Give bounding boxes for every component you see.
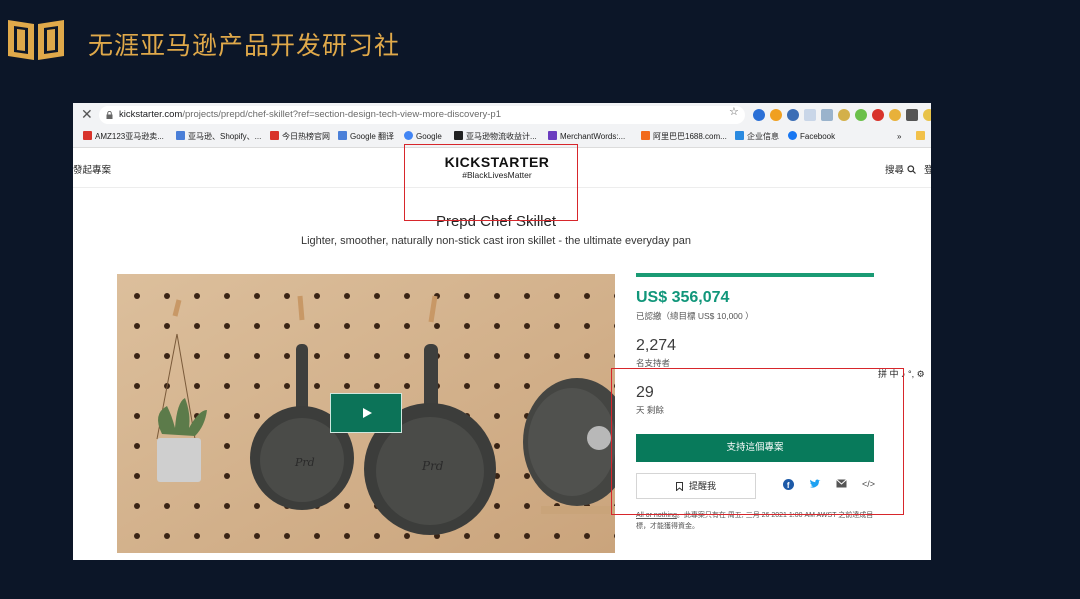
open-book-icon: [8, 20, 64, 60]
extension-icon[interactable]: [923, 109, 931, 121]
bookmark-favicon-icon: [83, 131, 92, 140]
slide-header: 无涯亚马逊产品开发研习社: [0, 0, 1080, 85]
project-subtitle: Lighter, smoother, naturally non-stick c…: [300, 235, 692, 247]
bookmark-favicon-icon: [735, 131, 744, 140]
project-video[interactable]: Prd Prd: [117, 274, 615, 553]
svg-text:Prd: Prd: [421, 459, 444, 473]
url-field[interactable]: kickstarter.com/projects/prepd/chef-skil…: [99, 106, 745, 124]
url-domain: kickstarter.com: [119, 109, 183, 120]
browser-window: ✕ kickstarter.com/projects/prepd/chef-sk…: [73, 103, 931, 560]
extension-icon[interactable]: [889, 109, 901, 121]
slide-title: 无涯亚马逊产品开发研习社: [88, 31, 401, 60]
bookmark-item[interactable]: Google: [404, 131, 442, 143]
bookmark-item[interactable]: 企业信息: [735, 131, 779, 143]
bookmark-favicon-icon: [548, 131, 557, 140]
extension-icon[interactable]: [787, 109, 799, 121]
svg-text:Prd: Prd: [294, 456, 315, 469]
search-label: 搜尋: [885, 165, 905, 176]
logo-highlight-box: [404, 144, 578, 221]
play-button[interactable]: [330, 393, 402, 433]
bookmark-favicon-icon: [788, 131, 797, 140]
search-link[interactable]: 搜尋: [885, 162, 916, 176]
extension-icon[interactable]: [753, 109, 765, 121]
backers-count: 2,274: [636, 337, 677, 354]
bookmarks-overflow-button[interactable]: »: [897, 131, 901, 143]
extension-icon[interactable]: [804, 109, 816, 121]
bookmark-favicon-icon: [404, 131, 413, 140]
bookmark-favicon-icon: [176, 131, 185, 140]
extension-icon[interactable]: [821, 109, 833, 121]
bookmark-favicon-icon: [270, 131, 279, 140]
address-bar: ✕ kickstarter.com/projects/prepd/chef-sk…: [73, 103, 931, 127]
pledged-amount: US$ 356,074: [636, 289, 730, 306]
stats-highlight-box: [611, 368, 904, 515]
bookmark-favicon-icon: [338, 131, 347, 140]
pledged-goal-note: 已認繳（總目標 US$ 10,000 ）: [636, 311, 754, 321]
play-icon: [363, 408, 372, 418]
bookmark-star-icon[interactable]: ☆: [729, 105, 739, 118]
bookmark-favicon-icon: [641, 131, 650, 140]
bookmark-item[interactable]: 阿里巴巴1688.com...: [641, 131, 727, 143]
funding-progress-fill: [636, 273, 874, 277]
search-icon: [907, 165, 916, 174]
funding-progress-bar: [636, 273, 874, 277]
folder-icon[interactable]: [916, 131, 928, 143]
bookmark-item[interactable]: AMZ123亚马逊卖...: [83, 131, 164, 143]
bookmark-item[interactable]: 亚马逊物流收益计...: [454, 131, 537, 143]
bookmark-item[interactable]: Facebook: [788, 131, 835, 143]
bookmark-item[interactable]: Google 翻译: [338, 131, 394, 143]
bookmark-favicon-icon: [454, 131, 463, 140]
bookmark-item[interactable]: 亚马逊、Shopify、...: [176, 131, 261, 143]
extension-icon[interactable]: [838, 109, 850, 121]
extension-icon[interactable]: [770, 109, 782, 121]
extension-icon[interactable]: [855, 109, 867, 121]
bookmark-item[interactable]: 今日热榜官网: [270, 131, 330, 143]
puzzle-icon[interactable]: [906, 109, 918, 121]
extension-icon[interactable]: [872, 109, 884, 121]
extension-icons: [753, 108, 931, 122]
close-icon[interactable]: ✕: [81, 106, 93, 123]
login-link[interactable]: 登: [924, 162, 931, 176]
start-project-link[interactable]: 發起專案: [73, 162, 111, 176]
url-path: /projects/prepd/chef-skillet?ref=section…: [182, 109, 502, 120]
bookmark-item[interactable]: MerchantWords:...: [548, 131, 625, 143]
lock-icon: [106, 111, 113, 119]
